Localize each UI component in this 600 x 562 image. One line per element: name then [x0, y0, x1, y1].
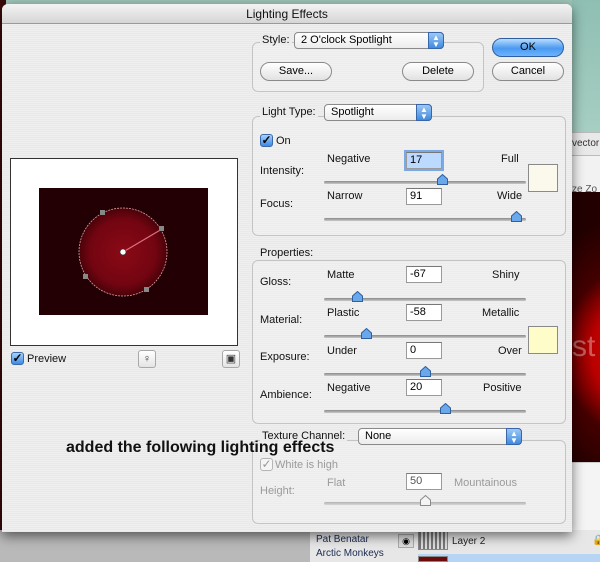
material-slider-thumb[interactable]: [360, 328, 372, 339]
ambient-color-swatch[interactable]: [528, 326, 558, 354]
window-title: Lighting Effects: [2, 4, 572, 24]
intensity-label: Intensity:: [260, 165, 305, 177]
exposure-input[interactable]: 0: [406, 342, 442, 359]
focus-max-label: Wide: [497, 190, 523, 202]
white-is-high-label: White is high: [275, 459, 338, 471]
texture-channel-select[interactable]: None ▲ ▼: [358, 428, 522, 445]
layer-thumbnail: [418, 556, 448, 562]
focus-slider-thumb[interactable]: [511, 211, 523, 222]
trash-icon[interactable]: ▣: [222, 350, 240, 368]
background-canvas-watermark: st: [572, 330, 596, 363]
material-min-label: Plastic: [327, 307, 360, 319]
light-type-label: Light Type:: [260, 106, 318, 118]
material-max-label: Metallic: [482, 307, 520, 319]
white-is-high-checkbox[interactable]: ✓: [260, 458, 273, 471]
texture-channel-select-value: None: [365, 430, 392, 442]
height-slider-thumb[interactable]: [419, 495, 431, 506]
material-input[interactable]: -58: [406, 304, 442, 321]
gloss-label: Gloss:: [260, 276, 292, 288]
preview-area[interactable]: [10, 158, 238, 346]
intensity-min-label: Negative: [327, 153, 371, 165]
height-input[interactable]: 50: [406, 473, 442, 490]
intensity-input[interactable]: 17: [406, 152, 442, 169]
background-canvas: [572, 192, 600, 462]
style-select[interactable]: 2 O'clock Spotlight ▲ ▼: [294, 32, 444, 49]
background-window: [572, 0, 600, 140]
style-label: Style:: [260, 34, 292, 46]
light-on-checkbox[interactable]: ✓: [260, 134, 273, 147]
preview-label: Preview: [27, 353, 67, 365]
ambience-label: Ambience:: [260, 389, 312, 401]
focus-slider[interactable]: [324, 218, 526, 221]
ambience-min-label: Negative: [327, 382, 371, 394]
focus-min-label: Narrow: [327, 190, 363, 202]
exposure-slider-thumb[interactable]: [419, 366, 431, 377]
light-handle[interactable]: [159, 226, 164, 231]
light-on-label: On: [276, 135, 291, 147]
layer-thumbnail: [418, 530, 448, 550]
light-handle[interactable]: [83, 274, 88, 279]
gloss-input[interactable]: -67: [406, 266, 442, 283]
preview-image: [39, 188, 208, 315]
select-arrows-icon: ▲ ▼: [428, 32, 444, 49]
ambience-slider-thumb[interactable]: [439, 403, 451, 414]
intensity-slider-thumb[interactable]: [436, 174, 448, 185]
gloss-max-label: Shiny: [492, 269, 520, 281]
exposure-max-label: Over: [498, 345, 522, 357]
eye-icon[interactable]: ◉: [398, 534, 414, 548]
material-slider[interactable]: [324, 335, 526, 338]
focus-input[interactable]: 91: [406, 188, 442, 205]
list-item[interactable]: Arctic Monkeys: [316, 547, 384, 561]
gloss-min-label: Matte: [327, 269, 355, 281]
exposure-min-label: Under: [327, 345, 357, 357]
height-min-label: Flat: [327, 477, 346, 489]
ambience-max-label: Positive: [483, 382, 522, 394]
light-type-select-value: Spotlight: [331, 106, 374, 118]
select-arrows-icon: ▲ ▼: [506, 428, 522, 445]
save-button[interactable]: Save...: [260, 62, 332, 81]
lightbulb-icon[interactable]: ♀: [138, 350, 156, 368]
ambience-input[interactable]: 20: [406, 379, 442, 396]
preview-checkbox[interactable]: ✓: [11, 352, 24, 365]
ok-button[interactable]: OK: [492, 38, 564, 57]
annotation-caption: added the following lighting effects: [66, 439, 335, 456]
focus-label: Focus:: [260, 198, 294, 210]
material-label: Material:: [260, 314, 303, 326]
height-label: Height:: [260, 485, 295, 497]
style-select-value: 2 O'clock Spotlight: [301, 34, 392, 46]
light-spot[interactable]: [39, 188, 208, 315]
exposure-label: Exposure:: [260, 351, 310, 363]
background-toolbar: ze Zo: [572, 156, 600, 192]
playlist-list: Pat Benatar Arctic Monkeys: [316, 533, 384, 561]
lock-icon: 🔒: [592, 535, 600, 546]
list-item[interactable]: Pat Benatar: [316, 533, 384, 547]
intensity-slider[interactable]: [324, 181, 526, 184]
light-handle[interactable]: [100, 210, 105, 215]
light-handle[interactable]: [144, 287, 149, 292]
intensity-max-label: Full: [501, 153, 519, 165]
gloss-slider-thumb[interactable]: [351, 291, 363, 302]
height-max-label: Mountainous: [454, 477, 517, 489]
cancel-button[interactable]: Cancel: [492, 62, 564, 81]
background-window-title: vector: [572, 132, 600, 156]
select-arrows-icon: ▲ ▼: [416, 104, 432, 121]
light-center-handle[interactable]: [119, 248, 127, 256]
light-color-swatch[interactable]: [528, 164, 558, 192]
properties-label: Properties:: [260, 247, 314, 259]
background-panel: [572, 462, 600, 532]
ambience-slider[interactable]: [324, 410, 526, 413]
layer-name: Layer 2: [452, 536, 486, 547]
light-type-select[interactable]: Spotlight ▲ ▼: [324, 104, 432, 121]
delete-button[interactable]: Delete: [402, 62, 474, 81]
